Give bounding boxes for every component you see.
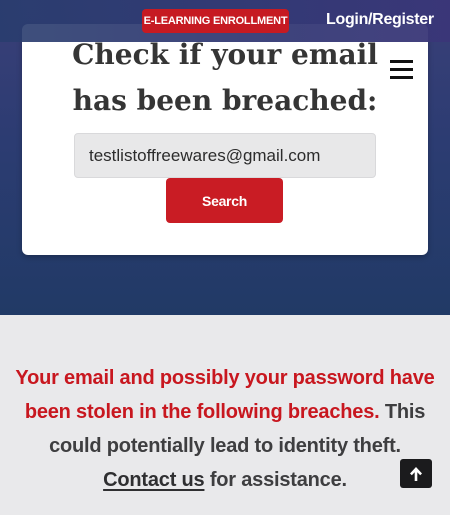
breach-result-message: Your email and possibly your password ha… bbox=[14, 361, 436, 497]
hamburger-menu-icon[interactable] bbox=[390, 57, 414, 79]
result-section: Your email and possibly your password ha… bbox=[0, 315, 450, 515]
menu-line bbox=[390, 76, 413, 79]
arrow-up-icon bbox=[410, 466, 422, 481]
elearning-enrollment-button[interactable]: E-LEARNING ENROLLMENT bbox=[142, 9, 289, 33]
search-button[interactable]: Search bbox=[166, 178, 283, 223]
breach-warning-text: Your email and possibly your password ha… bbox=[15, 367, 435, 423]
login-register-link[interactable]: Login/Register bbox=[326, 11, 434, 29]
menu-line bbox=[390, 68, 413, 71]
breach-check-card: Check if your email has been breached: S… bbox=[22, 24, 428, 255]
assistance-text: for assistance. bbox=[209, 469, 347, 491]
page: E-LEARNING ENROLLMENT Login/Register Che… bbox=[0, 0, 450, 515]
email-input[interactable] bbox=[74, 133, 376, 178]
card-title: Check if your email has been breached: bbox=[72, 38, 378, 117]
menu-line bbox=[390, 60, 413, 63]
contact-us-link[interactable]: Contact us bbox=[103, 469, 205, 491]
top-navigation-bar: E-LEARNING ENROLLMENT Login/Register bbox=[0, 0, 450, 42]
scroll-to-top-button[interactable] bbox=[400, 459, 432, 488]
